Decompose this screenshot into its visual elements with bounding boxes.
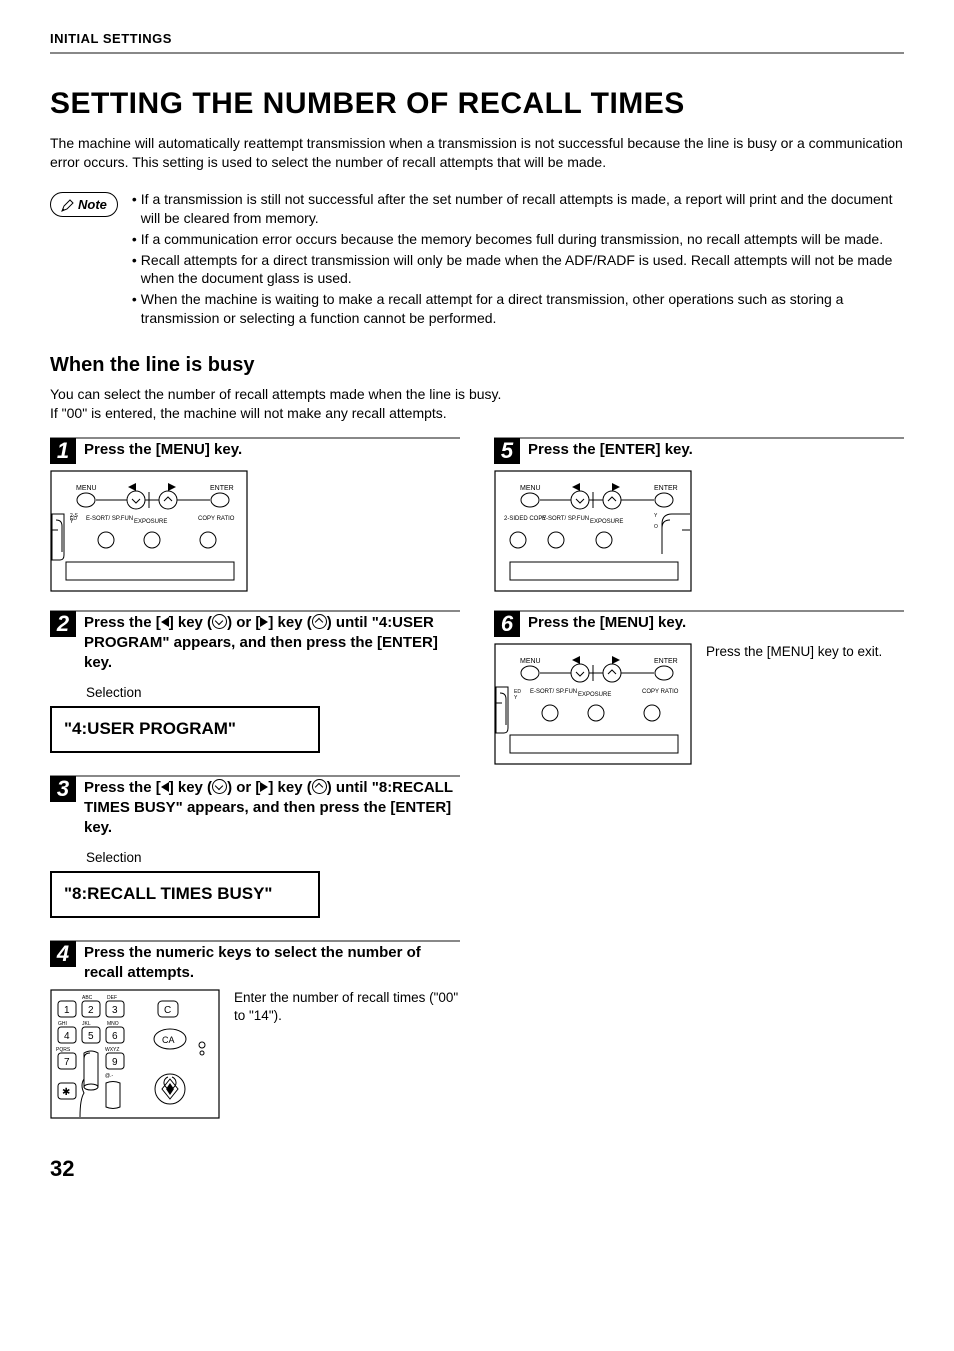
step-number: 4 <box>50 941 76 967</box>
svg-text:E-SORT/ SP.FUN: E-SORT/ SP.FUN <box>542 516 589 522</box>
svg-text:CA: CA <box>162 1035 175 1045</box>
svg-text:E-SORT/ SP.FUN: E-SORT/ SP.FUN <box>86 516 133 522</box>
step-title: Press the [] key () or [] key () until "… <box>84 611 460 674</box>
pencil-icon <box>61 198 75 212</box>
note-list: If a transmission is still not successfu… <box>132 190 904 330</box>
up-circle-icon <box>312 614 327 629</box>
svg-text:MENU: MENU <box>520 658 541 665</box>
up-circle-icon <box>312 779 327 794</box>
svg-text:@.-: @.- <box>105 1073 113 1079</box>
section-header: INITIAL SETTINGS <box>50 30 904 54</box>
intro-paragraph: The machine will automatically reattempt… <box>50 134 904 172</box>
svg-text:EXPOSURE: EXPOSURE <box>578 692 611 698</box>
step-2: 2 Press the [] key () or [] key () until… <box>50 611 460 674</box>
svg-text:ENTER: ENTER <box>654 485 678 492</box>
svg-text:2: 2 <box>88 1005 94 1016</box>
step-title: Press the numeric keys to select the num… <box>84 941 460 984</box>
svg-text:MNO: MNO <box>107 1021 119 1027</box>
svg-text:2-SIDED COPY: 2-SIDED COPY <box>504 516 546 522</box>
svg-text:ED: ED <box>70 516 77 522</box>
menu-panel-illustration: MENU ENTER EDY E-SORT/ SP.FUN EXPOSURE C… <box>494 643 692 770</box>
note-label: Note <box>78 196 107 214</box>
step-annotation: Press the [MENU] key to exit. <box>706 643 904 770</box>
svg-text:DEF: DEF <box>107 995 117 1001</box>
svg-text:O: O <box>654 524 658 530</box>
step-number: 3 <box>50 776 76 802</box>
svg-text:MENU: MENU <box>76 485 97 492</box>
note-badge: Note <box>50 192 118 218</box>
svg-text:✱: ✱ <box>62 1087 70 1098</box>
svg-text:WXYZ: WXYZ <box>105 1047 119 1053</box>
step-annotation: Enter the number of recall times ("00" t… <box>234 989 460 1124</box>
svg-text:6: 6 <box>112 1031 118 1042</box>
page-number: 32 <box>50 1154 904 1184</box>
svg-text:5: 5 <box>88 1031 94 1042</box>
step-title: Press the [MENU] key. <box>528 611 686 633</box>
svg-text:MENU: MENU <box>520 485 541 492</box>
step-5: 5 Press the [ENTER] key. <box>494 438 904 464</box>
selection-label: Selection <box>86 684 460 702</box>
svg-text:4: 4 <box>64 1031 70 1042</box>
svg-text:COPY RATIO: COPY RATIO <box>198 516 235 522</box>
step-number: 1 <box>50 438 76 464</box>
svg-text:EXPOSURE: EXPOSURE <box>590 519 623 525</box>
step-number: 5 <box>494 438 520 464</box>
svg-text:E-SORT/ SP.FUN: E-SORT/ SP.FUN <box>530 689 577 695</box>
step-number: 2 <box>50 611 76 637</box>
svg-text:PQRS: PQRS <box>56 1047 71 1053</box>
svg-text:ABC: ABC <box>82 995 93 1001</box>
svg-text:EXPOSURE: EXPOSURE <box>134 519 167 525</box>
lcd-display: "8:RECALL TIMES BUSY" <box>50 871 320 918</box>
note-item: If a communication error occurs because … <box>141 230 883 249</box>
svg-text:9: 9 <box>112 1057 118 1068</box>
svg-text:GHI: GHI <box>58 1021 67 1027</box>
svg-text:3: 3 <box>112 1005 118 1016</box>
note-item: Recall attempts for a direct transmissio… <box>141 251 904 289</box>
down-circle-icon <box>212 614 227 629</box>
down-circle-icon <box>212 779 227 794</box>
note-item: If a transmission is still not successfu… <box>141 190 904 228</box>
svg-text:ENTER: ENTER <box>210 485 234 492</box>
page-title: SETTING THE NUMBER OF RECALL TIMES <box>50 84 904 125</box>
svg-text:JKL: JKL <box>82 1021 91 1027</box>
keypad-illustration: ABC DEF GHI JKL MNO PQRS WXYZ @.- 1 2 3 <box>50 989 220 1124</box>
step-4: 4 Press the numeric keys to select the n… <box>50 941 460 984</box>
svg-text:ENTER: ENTER <box>654 658 678 665</box>
note-item: When the machine is waiting to make a re… <box>141 290 904 328</box>
svg-text:7: 7 <box>64 1057 70 1068</box>
svg-text:COPY RATIO: COPY RATIO <box>642 689 679 695</box>
step-title: Press the [MENU] key. <box>84 438 242 460</box>
svg-text:C: C <box>164 1005 171 1016</box>
enter-panel-illustration: MENU ENTER 2-SIDED COPY E-SORT/ SP.FUN E… <box>494 470 904 592</box>
left-arrow-icon <box>161 617 169 627</box>
svg-text:1: 1 <box>64 1005 70 1016</box>
step-1: 1 Press the [MENU] key. <box>50 438 460 464</box>
step-title: Press the [ENTER] key. <box>528 438 693 460</box>
step-number: 6 <box>494 611 520 637</box>
step-6: 6 Press the [MENU] key. <box>494 611 904 637</box>
step-3: 3 Press the [] key () or [] key () until… <box>50 776 460 839</box>
selection-label: Selection <box>86 849 460 867</box>
subsection-heading: When the line is busy <box>50 352 904 379</box>
step-title: Press the [] key () or [] key () until "… <box>84 776 460 839</box>
left-arrow-icon <box>161 782 169 792</box>
lcd-display: "4:USER PROGRAM" <box>50 706 320 753</box>
subsection-intro: You can select the number of recall atte… <box>50 385 904 423</box>
menu-panel-illustration: 2-S Y MENU ENTER ED E-SORT/ SP.FUN <box>50 470 460 592</box>
